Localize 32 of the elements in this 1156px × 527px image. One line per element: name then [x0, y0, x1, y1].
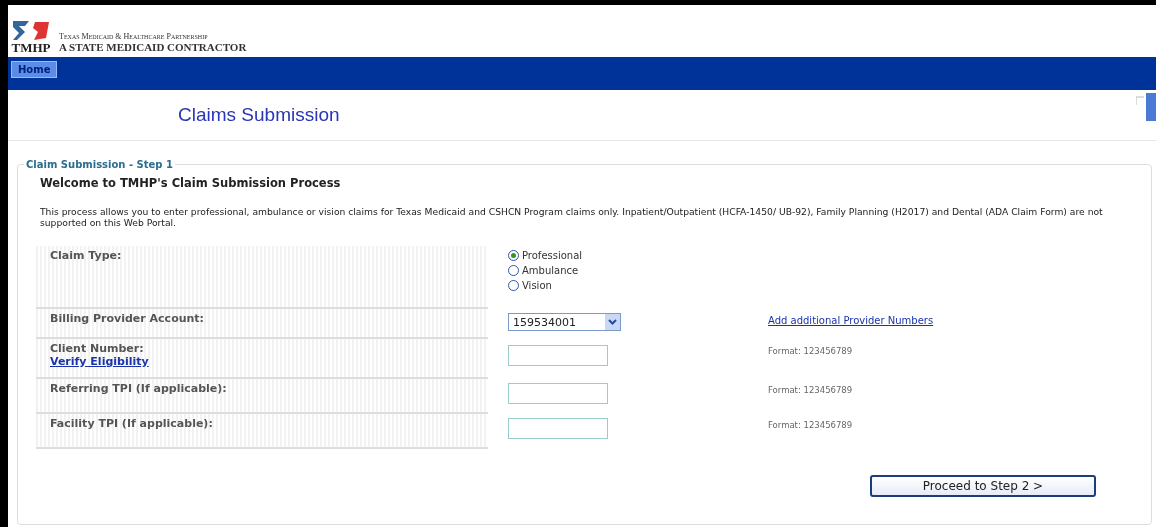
logo-icon — [11, 19, 51, 41]
field-label: Billing Provider Account: — [50, 312, 205, 325]
field-label: Claim Type: — [50, 249, 123, 262]
tagline: A STATE MEDICAID CONTRACTOR — [59, 41, 247, 53]
radio-button[interactable] — [508, 250, 519, 261]
radio-button[interactable] — [508, 265, 519, 276]
input-field[interactable] — [508, 418, 608, 439]
input-field[interactable] — [508, 383, 608, 404]
logo-text: TMHP — [11, 41, 51, 54]
proceed-button[interactable]: Proceed to Step 2 > — [870, 475, 1096, 497]
verify-eligibility-link[interactable]: Verify Eligibility — [50, 355, 474, 368]
radio-option[interactable]: Vision — [508, 280, 768, 291]
intro-text: This process allows you to enter professional, ambulance or vision claims for Texas Medicaid and CSHCN Program claims only. Inpatient/Outpatient (HCFA-1450/ UB-92), Family Planning (H2017) and Dental (ADA Claim Form) are not supported on this Web Portal. — [40, 206, 1104, 228]
field-label: Client Number: — [50, 342, 145, 355]
fieldset-legend: Claim Submission - Step 1 — [24, 159, 175, 170]
nav-tab[interactable]: Home — [11, 61, 58, 78]
section-heading: Welcome to TMHP's Claim Submission Process — [40, 176, 342, 190]
add-provider-link[interactable]: Add additional Provider Numbers — [768, 315, 1151, 326]
radio-button[interactable] — [508, 280, 519, 291]
format-hint: Format: 123456789 — [768, 419, 854, 430]
radio-option[interactable]: Professional — [508, 250, 768, 261]
format-hint: Format: 123456789 — [768, 345, 854, 356]
scroll-widget-icon — [1136, 93, 1156, 121]
provider-select[interactable]: 159534001 — [508, 313, 621, 331]
field-label: Referring TPI (If applicable): — [50, 382, 228, 395]
organization-name: Texas Medicaid & Healthcare Partnership — [59, 32, 209, 41]
radio-option[interactable]: Ambulance — [508, 265, 768, 276]
input-field[interactable] — [508, 345, 608, 366]
field-label: Facility TPI (If applicable): — [50, 417, 214, 430]
format-hint: Format: 123456789 — [768, 384, 854, 395]
chevron-down-icon — [605, 314, 620, 330]
page-title: Claims Submission — [178, 104, 340, 126]
